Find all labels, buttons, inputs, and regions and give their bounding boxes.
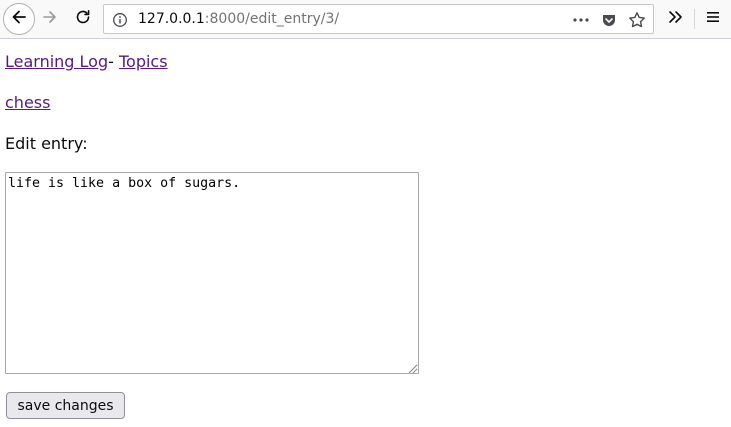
hamburger-menu-icon — [705, 9, 721, 29]
url-path: :8000/edit_entry/3/ — [204, 11, 340, 27]
save-changes-button[interactable]: save changes — [6, 392, 125, 419]
topic-link[interactable]: chess — [5, 93, 50, 112]
overflow-button[interactable] — [660, 4, 690, 34]
pocket-icon[interactable] — [598, 9, 620, 31]
star-icon[interactable] — [626, 9, 648, 31]
home-link[interactable]: Learning Log — [5, 52, 108, 71]
topic-row: chess — [5, 93, 50, 112]
back-arrow-icon — [10, 8, 28, 30]
toolbar-divider — [694, 9, 695, 29]
url-host: 127.0.0.1 — [138, 11, 205, 27]
reload-icon — [75, 9, 91, 29]
address-bar[interactable]: 127.0.0.1:8000/edit_entry/3/ — [103, 4, 654, 34]
resize-grip-icon[interactable] — [406, 359, 418, 374]
back-button[interactable] — [3, 3, 35, 35]
topics-link[interactable]: Topics — [119, 52, 168, 71]
nav-separator: - — [108, 52, 119, 71]
forward-arrow-icon — [42, 9, 58, 29]
more-dots-icon[interactable] — [570, 9, 592, 31]
info-icon[interactable] — [110, 10, 130, 30]
site-nav: Learning Log- Topics — [5, 52, 168, 71]
chevron-double-right-icon — [667, 9, 683, 29]
reload-button[interactable] — [68, 4, 98, 34]
browser-toolbar: 127.0.0.1:8000/edit_entry/3/ — [0, 0, 731, 39]
menu-button[interactable] — [698, 4, 728, 34]
url-text[interactable]: 127.0.0.1:8000/edit_entry/3/ — [138, 11, 339, 28]
entry-textarea[interactable]: life is like a box of sugars. — [5, 172, 419, 374]
forward-button[interactable] — [35, 4, 65, 34]
page-heading: Edit entry: — [5, 134, 88, 153]
